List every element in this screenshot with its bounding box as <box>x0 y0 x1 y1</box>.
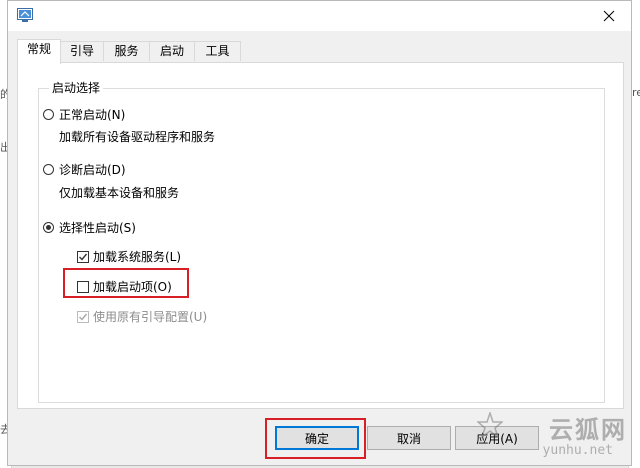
normal-startup-description: 加载所有设备驱动程序和服务 <box>59 130 216 144</box>
cancel-button[interactable]: 取消 <box>367 426 451 450</box>
group-title: 启动选择 <box>49 80 104 96</box>
use-original-boot-config-label: 使用原有引导配置(U) <box>93 310 208 324</box>
system-configuration-dialog: 常规 引导 服务 启动 工具 启动选择 正常启动(N) 加载所有设备驱动程序和服… <box>7 0 632 466</box>
tab-startup[interactable]: 启动 <box>149 41 195 61</box>
tab-general[interactable]: 常规 <box>17 39 61 64</box>
selective-startup-label: 选择性启动(S) <box>59 221 136 235</box>
diagnostic-startup-description: 仅加载基本设备和服务 <box>59 186 180 200</box>
close-icon <box>603 10 615 22</box>
tab-services[interactable]: 服务 <box>103 41 150 61</box>
ok-button[interactable]: 确定 <box>275 426 359 450</box>
load-system-services-label: 加载系统服务(L) <box>93 250 182 264</box>
radio-icon <box>43 109 54 120</box>
use-original-boot-config-checkbox[interactable]: 使用原有引导配置(U) <box>77 308 207 325</box>
normal-startup-radio[interactable]: 正常启动(N) <box>43 106 125 123</box>
diagnostic-startup-label: 诊断启动(D) <box>59 163 126 177</box>
background-text: re <box>632 86 640 99</box>
checkbox-checked-disabled-icon <box>77 310 89 323</box>
title-bar <box>8 1 631 31</box>
close-button[interactable] <box>587 1 631 31</box>
radio-icon <box>43 164 54 175</box>
general-tab-panel: 启动选择 正常启动(N) 加载所有设备驱动程序和服务 诊断启动(D) 仅加载基本… <box>17 62 624 409</box>
load-system-services-checkbox[interactable]: 加载系统服务(L) <box>77 248 181 265</box>
tab-tools[interactable]: 工具 <box>194 41 241 61</box>
checkbox-checked-icon <box>77 250 89 263</box>
apply-button[interactable]: 应用(A) <box>455 426 539 450</box>
radio-selected-icon <box>43 222 54 233</box>
system-configuration-icon <box>17 8 33 22</box>
diagnostic-startup-radio[interactable]: 诊断启动(D) <box>43 161 126 178</box>
tab-boot[interactable]: 引导 <box>60 41 104 61</box>
highlight-box-startup-items <box>63 268 189 298</box>
selective-startup-radio[interactable]: 选择性启动(S) <box>43 219 136 236</box>
normal-startup-label: 正常启动(N) <box>59 108 126 122</box>
